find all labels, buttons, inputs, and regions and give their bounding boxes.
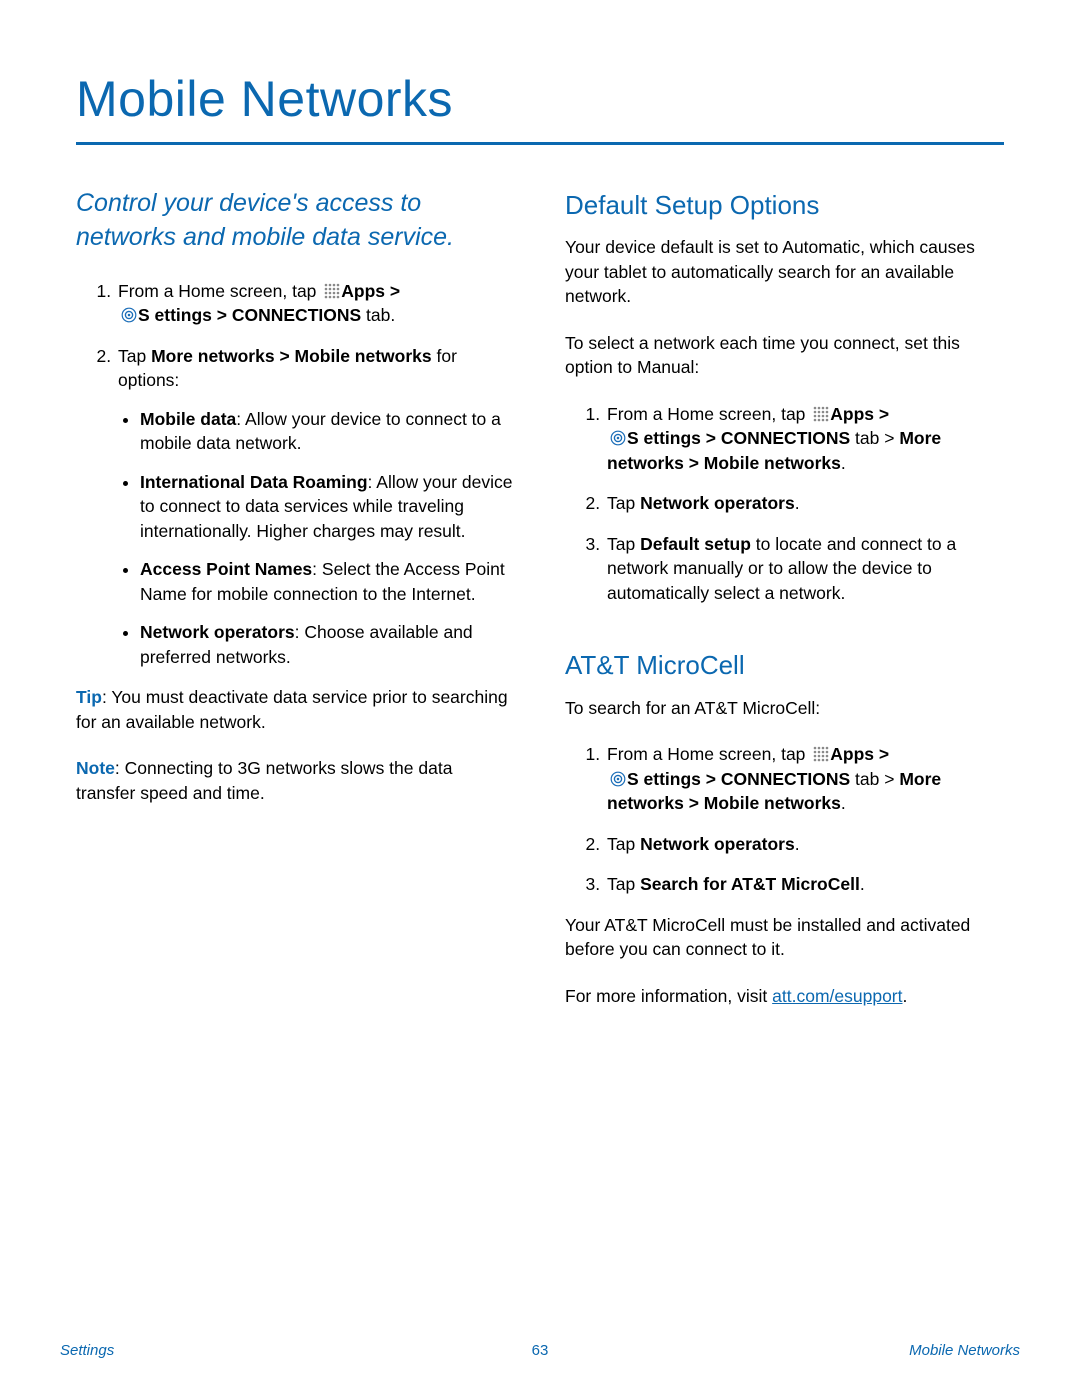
settings-gear-icon <box>610 771 626 787</box>
text: . <box>841 453 846 473</box>
left-step-2: Tap More networks > Mobile networks for … <box>116 344 515 670</box>
sec2-step-1: From a Home screen, tap Apps > S ettings… <box>605 742 1004 816</box>
footer-page-number: 63 <box>60 1342 1020 1359</box>
sec2-p1: To search for an AT&T MicroCell: <box>565 696 1004 721</box>
gt: > <box>874 404 889 424</box>
sec2-p2: Your AT&T MicroCell must be installed an… <box>565 913 1004 962</box>
tip-text: : You must deactivate data service prior… <box>76 687 508 732</box>
text: tab > <box>850 769 899 789</box>
sec1-step-2: Tap Network operators. <box>605 491 1004 516</box>
text: . <box>903 986 908 1006</box>
settings-label: S ettings <box>627 769 701 789</box>
sec2-step-2: Tap Network operators. <box>605 832 1004 857</box>
sec2-step-3: Tap Search for AT&T MicroCell. <box>605 872 1004 897</box>
text: . <box>841 793 846 813</box>
connections-label: CONNECTIONS <box>721 769 850 789</box>
content-columns: Control your device's access to networks… <box>76 187 1004 1030</box>
left-column: Control your device's access to networks… <box>76 187 515 1030</box>
settings-label: S ettings <box>138 305 212 325</box>
heading-att-microcell: AT&T MicroCell <box>565 647 1004 683</box>
text: Tap <box>118 346 151 366</box>
apps-grid-icon <box>324 283 340 299</box>
bold: More networks > Mobile networks <box>151 346 432 366</box>
esupport-link[interactable]: att.com/esupport <box>772 986 902 1006</box>
settings-gear-icon <box>121 307 137 323</box>
gt: > <box>874 744 889 764</box>
gt: > <box>701 769 721 789</box>
note-label: Note <box>76 758 115 778</box>
gt: > <box>701 428 721 448</box>
text: Tap <box>607 534 640 554</box>
connections-label: CONNECTIONS <box>232 305 361 325</box>
bullet-intl-roaming: International Data Roaming: Allow your d… <box>140 470 515 544</box>
sec1-p2: To select a network each time you connec… <box>565 331 1004 380</box>
text: . <box>860 874 865 894</box>
sec1-p1: Your device default is set to Automatic,… <box>565 235 1004 309</box>
gt: > <box>212 305 232 325</box>
bold: Network operators <box>640 493 795 513</box>
sec1-steps: From a Home screen, tap Apps > S ettings… <box>565 402 1004 606</box>
label: Network operators <box>140 622 295 642</box>
text: tab. <box>361 305 395 325</box>
sec2-steps: From a Home screen, tap Apps > S ettings… <box>565 742 1004 897</box>
bold: Search for AT&T MicroCell <box>640 874 860 894</box>
sec1-step-3: Tap Default setup to locate and connect … <box>605 532 1004 606</box>
sec2-p3: For more information, visit att.com/esup… <box>565 984 1004 1009</box>
settings-label: S ettings <box>627 428 701 448</box>
intro-text: Control your device's access to networks… <box>76 187 515 255</box>
bold: Default setup <box>640 534 751 554</box>
tip-label: Tip <box>76 687 102 707</box>
right-column: Default Setup Options Your device defaul… <box>565 187 1004 1030</box>
text: From a Home screen, tap <box>118 281 321 301</box>
sec1-step-1: From a Home screen, tap Apps > S ettings… <box>605 402 1004 476</box>
text: From a Home screen, tap <box>607 744 810 764</box>
apps-grid-icon <box>813 746 829 762</box>
page: Mobile Networks Control your device's ac… <box>0 0 1080 1397</box>
apps-grid-icon <box>813 406 829 422</box>
text: . <box>795 493 800 513</box>
text: Tap <box>607 834 640 854</box>
label: Mobile data <box>140 409 236 429</box>
heading-default-setup: Default Setup Options <box>565 187 1004 223</box>
label: Access Point Names <box>140 559 312 579</box>
bullet-network-operators: Network operators: Choose available and … <box>140 620 515 669</box>
text: . <box>795 834 800 854</box>
left-bullets: Mobile data: Allow your device to connec… <box>118 407 515 670</box>
apps-label: Apps <box>830 404 874 424</box>
label: International Data Roaming <box>140 472 368 492</box>
text: From a Home screen, tap <box>607 404 810 424</box>
text: tab > <box>850 428 899 448</box>
connections-label: CONNECTIONS <box>721 428 850 448</box>
text: Tap <box>607 874 640 894</box>
apps-label: Apps <box>341 281 385 301</box>
page-footer: Settings 63 Mobile Networks <box>60 1342 1020 1359</box>
bullet-mobile-data: Mobile data: Allow your device to connec… <box>140 407 515 456</box>
note: Note: Connecting to 3G networks slows th… <box>76 756 515 805</box>
bold: Network operators <box>640 834 795 854</box>
title-rule <box>76 142 1004 145</box>
bullet-apn: Access Point Names: Select the Access Po… <box>140 557 515 606</box>
settings-gear-icon <box>610 430 626 446</box>
note-text: : Connecting to 3G networks slows the da… <box>76 758 452 803</box>
left-steps: From a Home screen, tap Apps > S ettings… <box>76 279 515 670</box>
text: Tap <box>607 493 640 513</box>
left-step-1: From a Home screen, tap Apps > S ettings… <box>116 279 515 328</box>
page-title: Mobile Networks <box>76 70 1004 128</box>
gt: > <box>385 281 400 301</box>
text: For more information, visit <box>565 986 772 1006</box>
tip: Tip: You must deactivate data service pr… <box>76 685 515 734</box>
apps-label: Apps <box>830 744 874 764</box>
